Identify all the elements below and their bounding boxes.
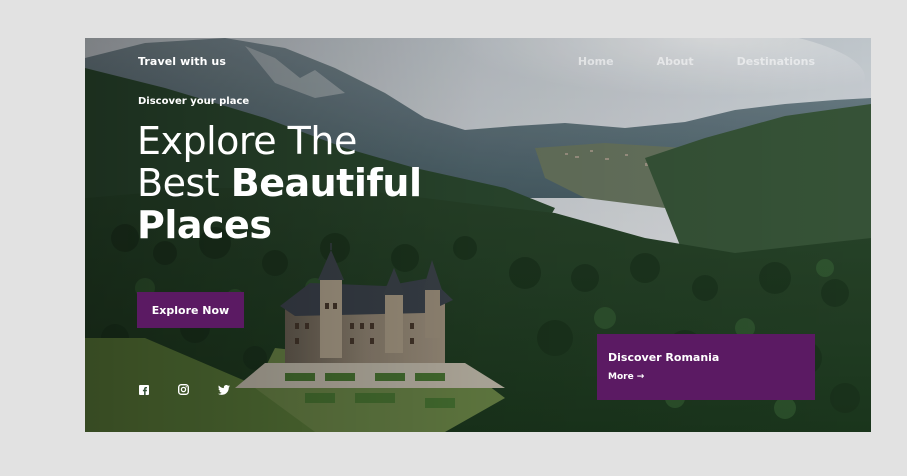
headline-line-3: Places [137, 203, 272, 247]
arrow-right-icon: → [636, 372, 645, 382]
headline-line-2-bold: Beautiful [230, 161, 422, 205]
nav-link-destinations[interactable]: Destinations [737, 55, 815, 68]
hero-headline: Explore The Best Beautiful Places [137, 119, 422, 247]
headline-line-1: Explore The [137, 119, 357, 163]
explore-now-button[interactable]: Explore Now [137, 292, 244, 328]
hero-section: Travel with us Home About Destinations D… [85, 38, 871, 432]
social-links [137, 383, 230, 396]
top-nav: Home About Destinations [578, 55, 815, 68]
card-more-link[interactable]: More → [608, 372, 644, 382]
card-title: Discover Romania [608, 351, 720, 364]
facebook-icon[interactable] [137, 383, 150, 396]
nav-link-home[interactable]: Home [578, 55, 614, 68]
discover-romania-card[interactable]: Discover Romania More → [597, 334, 815, 400]
instagram-icon[interactable] [177, 383, 190, 396]
twitter-icon[interactable] [217, 383, 230, 396]
nav-link-about[interactable]: About [657, 55, 694, 68]
hero-eyebrow: Discover your place [138, 96, 250, 107]
brand-logo-text[interactable]: Travel with us [138, 55, 226, 68]
card-more-label: More [608, 372, 634, 382]
headline-line-2-light: Best [137, 161, 231, 205]
